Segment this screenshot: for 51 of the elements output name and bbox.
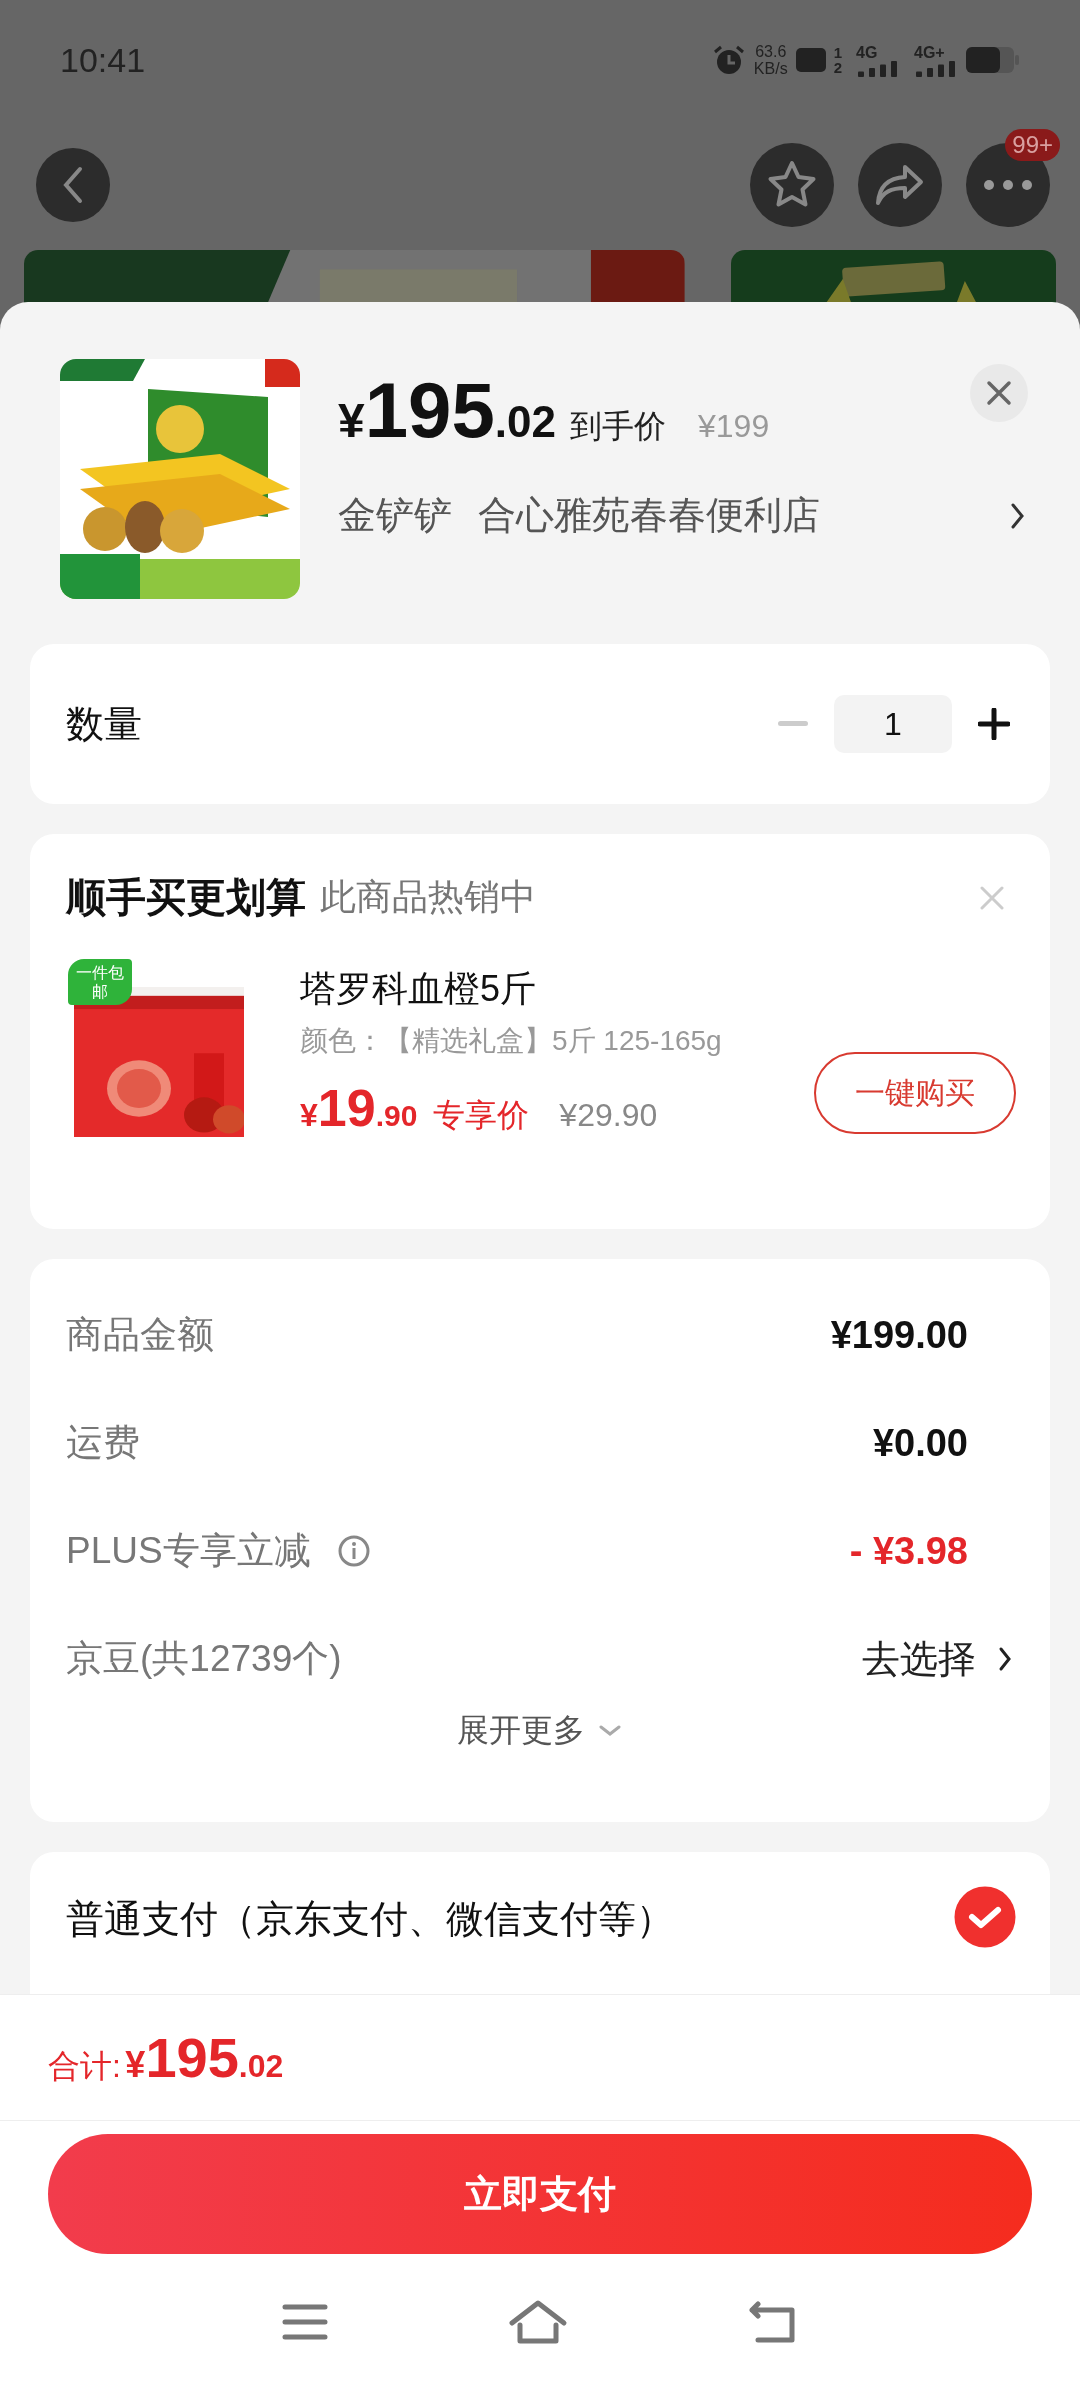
discount-value: - ¥3.98 (849, 1529, 968, 1573)
product-name: 塔罗科血橙5斤 (300, 967, 538, 1011)
more-icon (983, 179, 1033, 191)
pay-now-button[interactable]: 立即支付 (48, 2134, 1032, 2254)
chevron-right-icon (1010, 501, 1026, 530)
original-price: ¥29.90 (559, 1097, 658, 1134)
sim-number: 2 (833, 60, 842, 75)
check-icon[interactable] (954, 1886, 1016, 1948)
total-amount: 合计:¥195.02 (48, 2025, 284, 2090)
price-label: 到手价 (570, 407, 666, 446)
speed-unit: KB/s (753, 60, 788, 77)
quantity-field[interactable]: 1 (834, 695, 952, 753)
close-icon (986, 380, 1012, 406)
quantity-label: 数量 (66, 701, 142, 747)
minus-icon (778, 721, 808, 727)
free-shipping-badge: 一件包邮 (68, 958, 132, 1005)
expand-more-link[interactable]: 展开更多 (110, 1709, 968, 1753)
notification-badge: 99+ (1005, 129, 1060, 161)
sale-price: ¥19.90 (300, 1078, 418, 1138)
menu-icon[interactable] (282, 2302, 328, 2342)
signal-icon (856, 60, 900, 77)
cost-value: ¥199.00 (830, 1313, 968, 1357)
section-title: 顺手买更划算 (66, 874, 306, 921)
network-type: 4G+ (914, 43, 945, 61)
cost-label: 京豆(共12739个) (66, 1637, 342, 1681)
price-label: 专享价 (433, 1096, 530, 1135)
network-speed: 63.6 (755, 43, 787, 60)
buy-now-button[interactable]: 一键购买 (814, 1052, 1016, 1134)
chevron-right-icon (998, 1646, 1012, 1672)
cost-label: 运费 (66, 1421, 140, 1465)
home-icon[interactable] (508, 2299, 568, 2345)
cost-label: PLUS专享立减 (66, 1529, 311, 1573)
cost-label: 商品金额 (66, 1313, 214, 1357)
product-spec: 颜色：【精选礼盒】5斤 125-165g (300, 1024, 723, 1058)
alarm-icon (711, 44, 746, 76)
final-price: ¥195.02 (338, 365, 556, 456)
cost-value: ¥0.00 (872, 1421, 968, 1465)
section-subtitle: 此商品热销中 (320, 875, 536, 919)
original-price: ¥199 (698, 408, 770, 445)
network-type: 4G (856, 43, 878, 61)
back-icon[interactable] (748, 2300, 798, 2344)
share-icon (875, 163, 925, 207)
store-link[interactable]: 金铲铲 合心雅苑春春便利店 (338, 490, 1050, 541)
battery-icon (966, 47, 1020, 73)
info-icon[interactable] (336, 1534, 371, 1568)
plus-icon (978, 708, 1010, 740)
select-link[interactable]: 去选择 (862, 1633, 1012, 1685)
sim-number: 1 (833, 45, 842, 60)
chevron-down-icon (599, 1725, 621, 1737)
signal-icon (914, 60, 958, 77)
status-time: 10:41 (60, 40, 146, 80)
